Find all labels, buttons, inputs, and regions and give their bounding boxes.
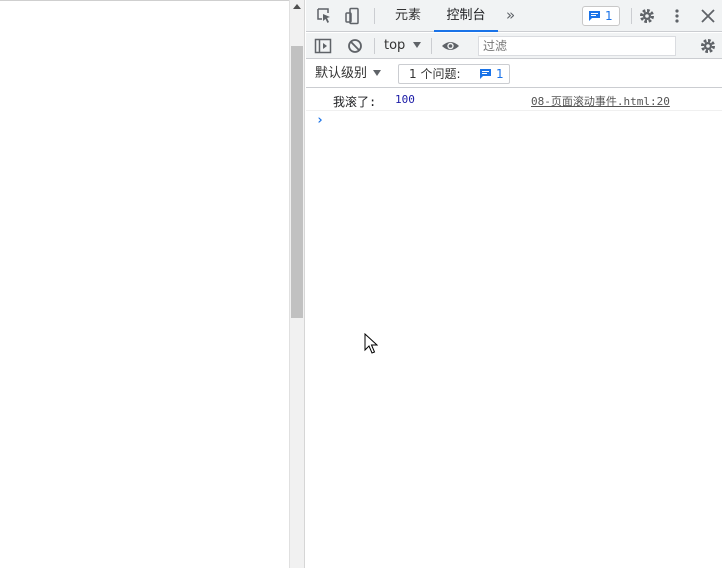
tab-console[interactable]: 控制台 — [434, 0, 498, 32]
console-message-text: 我滚了: — [333, 95, 377, 109]
console-message-source-link[interactable]: 08-页面滚动事件.html:20 — [531, 93, 670, 109]
more-tabs-icon: » — [506, 6, 516, 24]
toolbar-divider-2 — [431, 38, 432, 54]
tabbar-divider-right — [631, 8, 632, 24]
console-toolbar-secondary: 默认级别 1 个问题: 1 — [306, 60, 722, 88]
sidebar-toggle-icon[interactable] — [314, 37, 332, 55]
context-selector-label: top — [384, 38, 406, 53]
devtools-tabbar: 元素 控制台 » 1 — [306, 0, 722, 32]
issues-button-count: 1 — [496, 67, 504, 81]
scroll-up-arrow[interactable] — [293, 4, 301, 9]
close-icon[interactable] — [699, 7, 717, 25]
console-settings-gear-icon[interactable] — [699, 37, 717, 55]
console-message-value: 100 — [395, 93, 415, 106]
log-level-dropdown[interactable]: 默认级别 — [315, 60, 382, 88]
context-selector[interactable]: top — [384, 33, 422, 59]
issues-badge-button[interactable]: 1 — [582, 6, 620, 26]
tab-elements-label: 元素 — [394, 8, 421, 23]
chevron-down-icon — [373, 70, 382, 76]
issues-button-label: 1 个问题: — [409, 67, 461, 81]
console-prompt-icon[interactable]: › — [316, 113, 324, 128]
issues-chat-icon — [589, 11, 600, 21]
console-toolbar: top — [306, 33, 722, 59]
issues-badge-count: 1 — [605, 9, 613, 23]
issues-button[interactable]: 1 个问题: 1 — [398, 64, 510, 84]
filter-input[interactable] — [478, 36, 676, 56]
scroll-thumb[interactable] — [291, 46, 303, 318]
tab-elements[interactable]: 元素 — [386, 0, 430, 32]
console-output[interactable]: 我滚了: 100 08-页面滚动事件.html:20 › — [306, 89, 722, 568]
tab-console-label: 控制台 — [446, 8, 486, 23]
more-tabs-button[interactable]: » — [506, 0, 515, 32]
inspected-page[interactable] — [0, 0, 289, 568]
page-scrollbar[interactable] — [289, 0, 305, 568]
inspect-element-icon[interactable] — [315, 7, 333, 25]
issues-chat-icon — [480, 69, 491, 79]
tabbar-divider — [374, 8, 375, 24]
gear-icon[interactable] — [638, 7, 656, 25]
eye-icon[interactable] — [441, 38, 460, 54]
kebab-menu-icon[interactable] — [668, 7, 686, 25]
log-level-label: 默认级别 — [315, 66, 368, 81]
clear-console-icon[interactable] — [346, 37, 364, 55]
mouse-cursor-icon — [364, 333, 378, 354]
toolbar-divider — [374, 38, 375, 54]
chevron-down-icon — [413, 42, 422, 48]
devtools-panel: 元素 控制台 » 1 top 过滤 默认级别 1 个问题: 1 我滚了: 100… — [306, 0, 722, 568]
console-message-row: 我滚了: 100 08-页面滚动事件.html:20 — [306, 89, 722, 111]
device-toolbar-icon[interactable] — [344, 7, 362, 25]
